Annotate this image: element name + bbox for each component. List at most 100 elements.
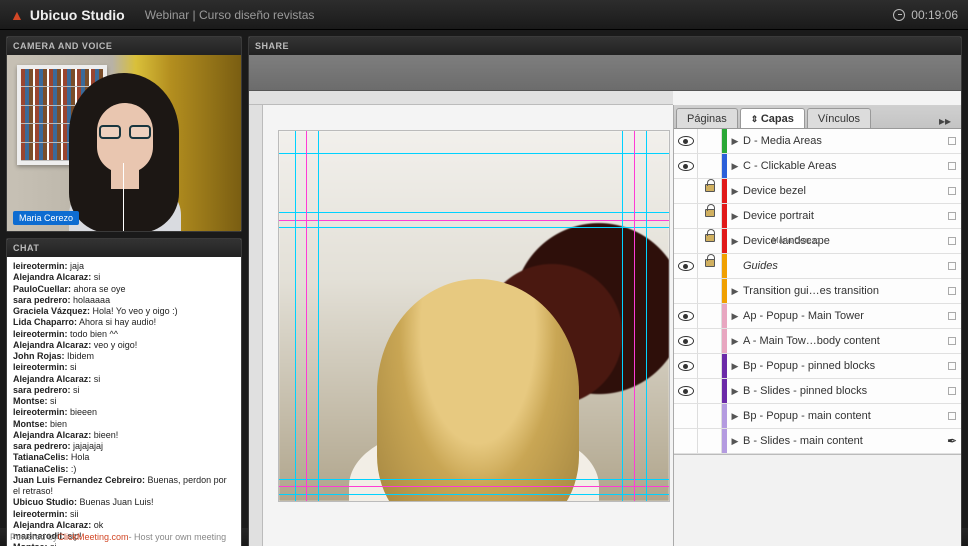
share-toolbar [249,55,961,91]
layer-lock-toggle[interactable] [698,154,722,178]
layer-visibility-toggle[interactable] [674,354,698,378]
layer-selection-indicator[interactable] [943,337,961,345]
camera-feed[interactable]: Maria Cerezo [7,55,241,231]
layer-name[interactable]: Bp - Popup - main content [743,410,943,422]
chat-line: TatianaCelis: :) [13,464,235,475]
layer-lock-toggle[interactable] [698,304,722,328]
chat-message: jaja [68,261,85,271]
chat-line: Alejandra Alcaraz: si [13,272,235,283]
layer-row[interactable]: ▶Device bezel [674,179,961,204]
layer-selection-indicator[interactable] [943,187,961,195]
layer-visibility-toggle[interactable] [674,304,698,328]
layer-name[interactable]: C - Clickable Areas [743,160,943,172]
layer-lock-toggle[interactable] [698,204,722,228]
layer-name[interactable]: Transition gui…es transition [743,285,943,297]
layer-selection-indicator[interactable]: ✒ [943,434,961,448]
layer-lock-toggle[interactable] [698,129,722,153]
disclosure-triangle-icon[interactable]: ▶ [727,136,743,147]
brand-mark-icon: ▲ [10,7,24,23]
layer-selection-indicator[interactable] [943,262,961,270]
chat-line: Alejandra Alcaraz: si [13,374,235,385]
disclosure-triangle-icon[interactable]: ▶ [727,386,743,397]
chat-user: sara pedrero: [13,385,71,395]
layer-row[interactable]: ▶A - Main Tow…body content [674,329,961,354]
chat-user: Ubicuo Studio: [13,497,77,507]
tab-vinculos[interactable]: Vínculos [807,108,871,128]
layer-visibility-toggle[interactable] [674,404,698,428]
layer-name[interactable]: Ap - Popup - Main Tower [743,310,943,322]
layer-selection-indicator[interactable] [943,287,961,295]
chat-user: Lida Chaparro: [13,317,77,327]
layer-visibility-toggle[interactable] [674,429,698,453]
layer-visibility-toggle[interactable] [674,229,698,253]
footer-link[interactable]: ClickMeeting.com [58,532,129,542]
disclosure-triangle-icon[interactable]: ▶ [727,311,743,322]
disclosure-triangle-icon[interactable]: ▶ [727,336,743,347]
layer-row[interactable]: ▶B - Slides - pinned blocks [674,379,961,404]
chat-log[interactable]: leireotermin: jajaAlejandra Alcaraz: siP… [7,257,241,546]
chat-user: leireotermin: [13,329,68,339]
disclosure-triangle-icon[interactable]: ▶ [727,361,743,372]
lock-icon [705,259,715,267]
layer-lock-toggle[interactable] [698,404,722,428]
layer-name[interactable]: A - Main Tow…body content [743,335,943,347]
layer-visibility-toggle[interactable] [674,204,698,228]
layers-panel[interactable]: Páginas Capas Vínculos ▸▸ ▶D - Media Are… [673,105,961,546]
layer-name[interactable]: Guides [743,260,943,272]
layer-row[interactable]: Guides [674,254,961,279]
layer-name[interactable]: B - Slides - main content [743,435,943,447]
artboard[interactable] [279,131,669,501]
layer-visibility-toggle[interactable] [674,154,698,178]
layer-lock-toggle[interactable] [698,329,722,353]
selection-box-icon [948,312,956,320]
disclosure-triangle-icon[interactable]: ▶ [727,286,743,297]
layer-lock-toggle[interactable] [698,254,722,278]
layer-lock-toggle[interactable] [698,179,722,203]
layer-visibility-toggle[interactable] [674,279,698,303]
layer-row[interactable]: ▶C - Clickable Areas [674,154,961,179]
layer-row[interactable]: ▶Ap - Popup - Main Tower [674,304,961,329]
layer-selection-indicator[interactable] [943,137,961,145]
layer-selection-indicator[interactable] [943,312,961,320]
chat-line: Juan Luis Fernandez Cebreiro: Buenas, pe… [13,475,235,498]
layer-visibility-toggle[interactable] [674,129,698,153]
layer-row[interactable]: ▶Device portrait [674,204,961,229]
disclosure-triangle-icon[interactable]: ▶ [727,161,743,172]
layer-row[interactable]: ▶Bp - Popup - pinned blocks [674,354,961,379]
disclosure-triangle-icon[interactable]: ▶ [727,236,743,247]
layer-name[interactable]: Device bezel [743,185,943,197]
chat-line: leireotermin: sii [13,509,235,520]
layer-selection-indicator[interactable] [943,212,961,220]
layer-selection-indicator[interactable] [943,412,961,420]
tab-paginas[interactable]: Páginas [676,108,738,128]
layer-row[interactable]: ▶Bp - Popup - main content [674,404,961,429]
panel-more-icon[interactable]: ▸▸ [929,114,961,128]
layer-selection-indicator[interactable] [943,162,961,170]
remote-cursor-label: Maria Cerezo [772,236,820,245]
layer-row[interactable]: ▶B - Slides - main content✒ [674,429,961,454]
layer-lock-toggle[interactable] [698,229,722,253]
layer-lock-toggle[interactable] [698,379,722,403]
layer-name[interactable]: Bp - Popup - pinned blocks [743,360,943,372]
layer-lock-toggle[interactable] [698,279,722,303]
layer-selection-indicator[interactable] [943,362,961,370]
disclosure-triangle-icon[interactable]: ▶ [727,411,743,422]
disclosure-triangle-icon[interactable]: ▶ [727,186,743,197]
layer-name[interactable]: D - Media Areas [743,135,943,147]
disclosure-triangle-icon[interactable]: ▶ [727,436,743,447]
layer-selection-indicator[interactable] [943,387,961,395]
layer-lock-toggle[interactable] [698,429,722,453]
layer-selection-indicator[interactable] [943,237,961,245]
layer-visibility-toggle[interactable] [674,254,698,278]
tab-capas[interactable]: Capas [740,108,805,128]
layer-visibility-toggle[interactable] [674,329,698,353]
layer-row[interactable]: ▶D - Media Areas [674,129,961,154]
layer-visibility-toggle[interactable] [674,179,698,203]
layer-name[interactable]: Device portrait [743,210,943,222]
layer-visibility-toggle[interactable] [674,379,698,403]
layer-name[interactable]: B - Slides - pinned blocks [743,385,943,397]
layer-lock-toggle[interactable] [698,354,722,378]
indesign-workspace[interactable]: Páginas Capas Vínculos ▸▸ ▶D - Media Are… [249,91,961,546]
layer-row[interactable]: ▶Transition gui…es transition [674,279,961,304]
disclosure-triangle-icon[interactable]: ▶ [727,211,743,222]
